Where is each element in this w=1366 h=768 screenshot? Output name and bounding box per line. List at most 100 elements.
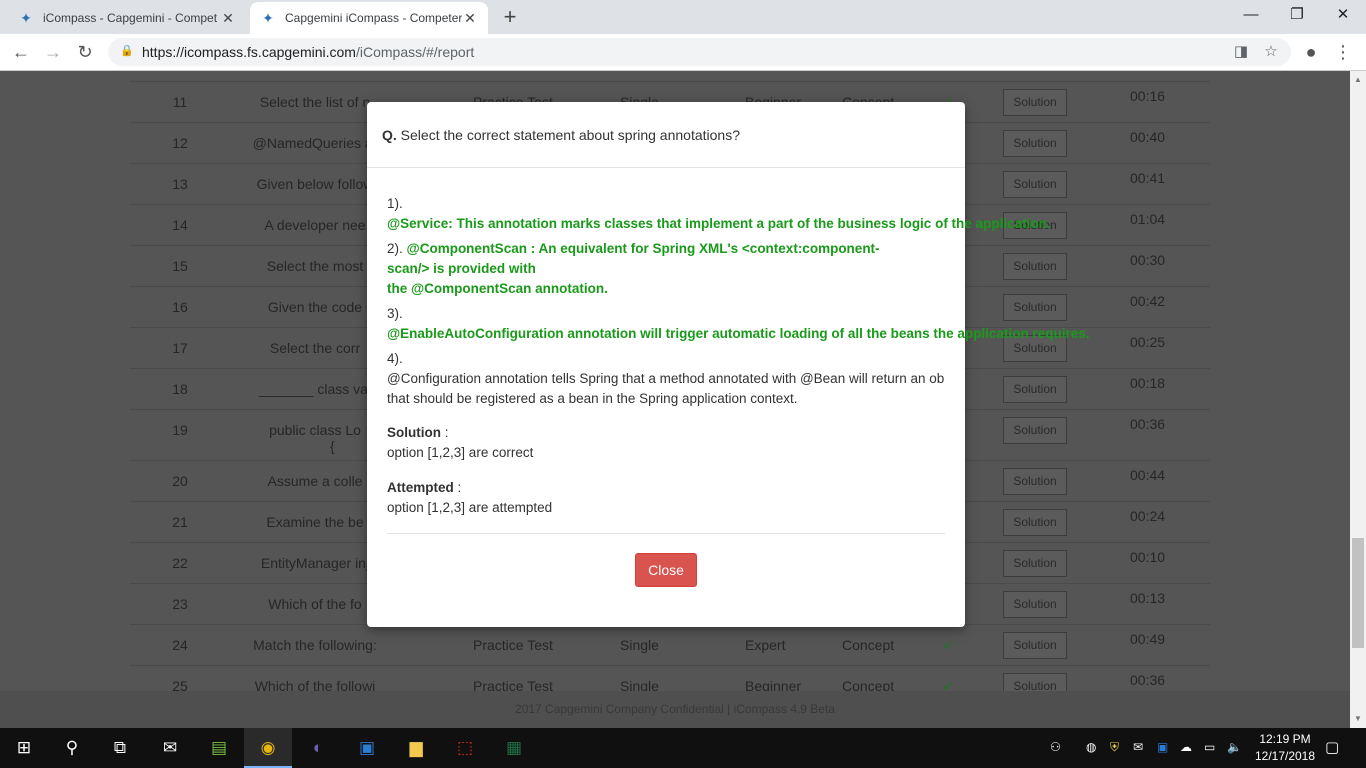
scroll-down-icon[interactable]: ▼ [1353,714,1363,723]
solution-button[interactable]: Solution [1003,591,1067,618]
row-number: 13 [172,176,188,192]
notepad-icon[interactable]: ▤ [195,728,243,768]
minimize-button[interactable]: — [1228,0,1274,30]
solution-label: Solution [387,425,441,440]
attempted-value: option [1,2,3] are attempted [387,500,553,515]
attempted-label: Attempted [387,480,454,495]
reload-icon[interactable]: ↻ [72,39,98,65]
option-text: the @ComponentScan annotation. [387,281,608,296]
new-tab-button[interactable]: + [498,5,522,29]
mail-icon[interactable]: ✉ [146,728,194,768]
search-icon[interactable]: ⚲ [48,728,96,768]
notifications-icon[interactable]: ▢ [1325,738,1339,756]
option-text: @ComponentScan : An equivalent for Sprin… [406,241,880,256]
option-2: 2). @ComponentScan : An equivalent for S… [387,239,1147,299]
outlook-tray-icon[interactable]: ▣ [1157,740,1168,754]
row-level: Expert [745,637,786,653]
row-number: 14 [172,217,188,233]
option-text: that should be registered as a bean in t… [387,391,798,406]
tab-title: Capgemini iCompass - Competer [285,11,462,25]
forward-arrow-icon[interactable]: → [40,39,66,65]
browser-tab-icompass[interactable]: ✦ iCompass - Capgemini - Compet ✕ [8,2,246,34]
browser-tab-bar: ✦ iCompass - Capgemini - Compet ✕ ✦ Capg… [0,0,1366,34]
windows-taskbar: ⊞ ⚲ ⧉ ✉ ▤ ◉ ◐ ▣ ▆ ⬚ ▦ ⚇ ◍ ⛨ ✉ ▣ ☁ ▭ 🔈 12… [0,728,1366,768]
option-number: 1). [387,196,403,211]
task-view-icon[interactable]: ⧉ [96,728,144,768]
solution-button[interactable]: Solution [1003,632,1067,659]
row-number: 16 [172,299,188,315]
modal-body: 1). @Service: This annotation marks clas… [387,194,1147,518]
solution-button[interactable]: Solution [1003,130,1067,157]
row-time: 00:41 [1130,170,1166,186]
row-kind: Single [620,637,659,653]
url-host: https://icompass.fs.capgemini.com [142,44,356,60]
mail-tray-icon[interactable]: ✉ [1133,740,1143,754]
row-time: 00:10 [1130,549,1166,565]
chrome-icon[interactable]: ◉ [244,728,292,768]
system-clock[interactable]: 12:19 PM 12/17/2018 [1248,731,1322,765]
people-icon[interactable]: ⚇ [1050,740,1061,754]
modal-divider [387,533,945,534]
row-time: 00:36 [1130,672,1166,688]
row-time: 00:40 [1130,129,1166,145]
url-input[interactable]: 🔒 https://icompass.fs.capgemini.com/iCom… [108,38,1291,66]
row-type: Practice Test [473,637,553,653]
close-button[interactable]: Close [635,553,697,587]
compass-favicon-icon: ✦ [262,10,274,26]
file-explorer-icon[interactable]: ▆ [392,728,440,768]
option-1: 1). @Service: This annotation marks clas… [387,194,1147,234]
clock-date: 12/17/2018 [1254,749,1316,763]
row-number: 19 [172,422,188,438]
excel-icon[interactable]: ▦ [490,728,538,768]
row-time: 00:49 [1130,631,1166,647]
windows-start-icon[interactable]: ⊞ [0,728,48,768]
row-number: 15 [172,258,188,274]
profile-avatar-icon[interactable]: ● [1298,39,1324,65]
shield-tray-icon[interactable]: ⛨ [1110,740,1119,755]
restore-button[interactable]: ❐ [1274,0,1320,30]
check-icon: ✔ [942,637,954,653]
url-path: /iCompass/#/report [355,44,475,60]
eclipse-icon[interactable]: ◐ [294,728,342,768]
row-question-extra: { [330,438,335,454]
onedrive-icon[interactable]: ☁ [1180,740,1192,754]
option-number: 3). [387,306,403,321]
solution-button[interactable]: Solution [1003,89,1067,116]
scroll-thumb[interactable] [1352,538,1364,648]
solution-modal: Q. Select the correct statement about sp… [367,102,1089,627]
option-number: 2). [387,241,403,256]
back-arrow-icon[interactable]: ← [8,39,34,65]
option-4: 4). @Configuration annotation tells Spri… [387,349,965,409]
row-number: 23 [172,596,188,612]
address-bar: ← → ↻ 🔒 https://icompass.fs.capgemini.co… [0,34,1366,71]
acrobat-icon[interactable]: ⬚ [441,728,489,768]
option-text: @Service: This annotation marks classes … [387,216,1051,231]
row-number: 17 [172,340,188,356]
display-icon[interactable]: ▭ [1204,740,1215,754]
outlook-icon[interactable]: ▣ [343,728,391,768]
volume-icon[interactable]: 🔈 [1227,740,1242,754]
close-tab-icon[interactable]: ✕ [462,10,478,27]
network-globe-icon[interactable]: ◍ [1086,740,1096,754]
solution-section: Solution : option [1,2,3] are correct [387,423,1147,463]
modal-header: Q. Select the correct statement about sp… [367,102,965,168]
close-tab-icon[interactable]: ✕ [220,10,236,27]
row-time: 00:16 [1130,88,1166,104]
table-row: 24 Match the following: Practice Test Singl… [130,624,1210,665]
compass-favicon-icon: ✦ [20,10,32,26]
attempted-colon: : [453,480,462,495]
page-footer: 2017 Capgemini Company Confidential | iC… [0,691,1350,728]
row-number: 12 [172,135,188,151]
browser-tab-capgemini[interactable]: ✦ Capgemini iCompass - Competer ✕ [250,2,488,34]
close-window-button[interactable]: ✕ [1320,0,1366,30]
page-scrollbar[interactable]: ▲ ▼ [1350,71,1366,728]
scroll-up-icon[interactable]: ▲ [1353,75,1363,84]
bookmark-star-icon[interactable]: ☆ [1261,42,1281,60]
lock-icon: 🔒 [120,45,134,57]
blocked-content-icon[interactable]: ◨ [1231,42,1251,60]
row-question: Match the following: [253,637,377,653]
clock-time: 12:19 PM [1259,732,1311,746]
menu-kebab-icon[interactable]: ⋮ [1330,39,1356,65]
solution-button[interactable]: Solution [1003,550,1067,577]
row-time: 00:13 [1130,590,1166,606]
